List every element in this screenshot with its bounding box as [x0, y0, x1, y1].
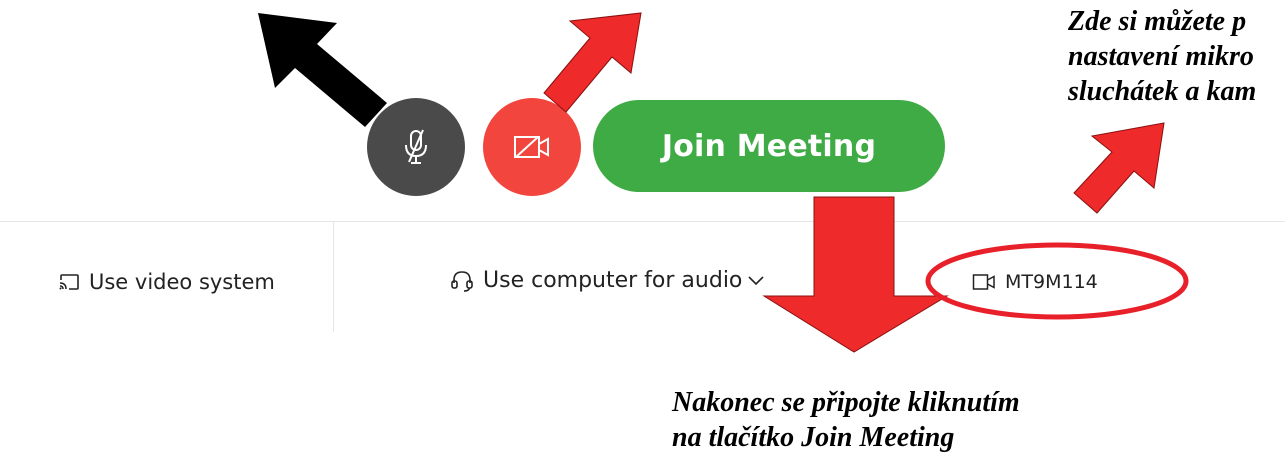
stop-video-button[interactable]	[483, 98, 581, 196]
use-video-system-label: Use video system	[89, 270, 275, 294]
join-meeting-button[interactable]: Join Meeting	[593, 100, 945, 192]
camera-off-icon	[514, 136, 549, 158]
black-arrow	[258, 13, 387, 127]
audio-connection-dropdown[interactable]: Use computer for audio	[450, 268, 764, 293]
annotation-text-settings: Zde si můžete p nastavení mikro sluchátek …	[1068, 4, 1256, 109]
video-camera-icon	[972, 273, 996, 291]
bottom-bar-divider	[0, 221, 1285, 222]
red-arrow-camera	[543, 12, 642, 113]
annotation-line: nastavení mikro	[1068, 41, 1254, 72]
bottom-bar-separator	[333, 222, 334, 332]
mute-microphone-button[interactable]	[367, 98, 465, 196]
camera-select-button[interactable]: MT9M114	[972, 271, 1098, 293]
chevron-down-icon	[748, 275, 764, 286]
use-computer-audio-label: Use computer for audio	[483, 268, 743, 293]
cast-icon	[58, 273, 80, 291]
microphone-muted-icon	[405, 129, 427, 164]
annotation-line: na tlačítko Join Meeting	[672, 422, 955, 453]
red-arrow-settings	[1073, 122, 1165, 214]
annotation-line: sluchátek a kam	[1068, 76, 1257, 107]
headset-icon	[450, 269, 474, 293]
use-video-system-button[interactable]: Use video system	[58, 270, 275, 294]
annotation-line: Zde si můžete p	[1068, 6, 1247, 37]
camera-name-label: MT9M114	[1005, 271, 1098, 293]
annotation-text-join: Nakonec se připojte kliknutím na tlačítko…	[672, 385, 1020, 454]
annotation-line: Nakonec se připojte kliknutím	[672, 387, 1020, 418]
join-meeting-label: Join Meeting	[661, 128, 877, 164]
